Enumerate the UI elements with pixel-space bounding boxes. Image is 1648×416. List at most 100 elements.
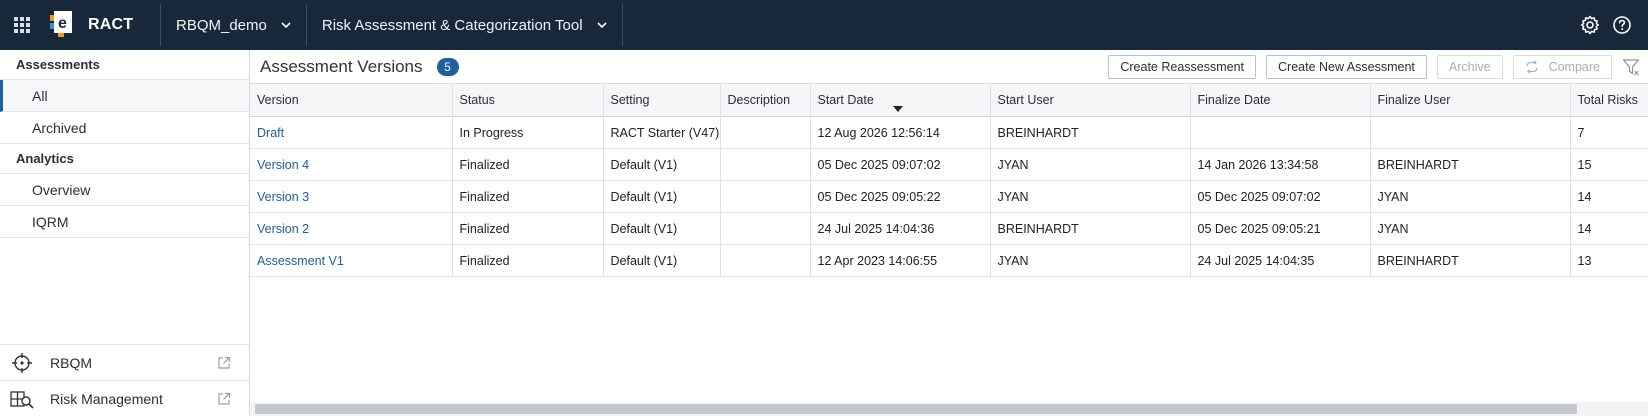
help-icon[interactable] (1612, 15, 1632, 35)
column-header-version[interactable]: Version (250, 83, 453, 117)
assessment-versions-table: Version Status Setting Description Start… (250, 83, 1648, 277)
sort-descending-icon (892, 106, 903, 112)
cell-start-date: 05 Dec 2025 09:05:22 (810, 180, 991, 213)
cell-finalize-user: BREINHARDT (1370, 148, 1571, 181)
cell-total-risks: 7 (1570, 116, 1648, 149)
sidebar-link-label: RBQM (50, 354, 92, 371)
cell-description (720, 180, 811, 213)
cell-version: Draft (250, 116, 453, 149)
column-header-start-date[interactable]: Start Date (810, 83, 991, 117)
column-header-setting[interactable]: Setting (603, 83, 721, 117)
table-header-row: Version Status Setting Description Start… (250, 83, 1648, 117)
column-header-label: Start Date (817, 93, 874, 107)
table-row[interactable]: Draft In Progress RACT Starter (V47) 12 … (250, 116, 1648, 149)
tool-name: Risk Assessment & Categorization Tool (321, 16, 583, 34)
top-nav-bar: e RACT RBQM_demo Risk Assessment & Categ… (0, 0, 1648, 50)
cell-description (720, 244, 811, 277)
cell-version: Version 2 (250, 212, 453, 245)
cell-start-date: 24 Jul 2025 14:04:36 (810, 212, 991, 245)
compare-icon (1525, 60, 1538, 73)
table-row[interactable]: Version 4 Finalized Default (V1) 05 Dec … (250, 148, 1648, 181)
cell-version: Version 4 (250, 148, 453, 181)
filter-icon[interactable] (1622, 58, 1640, 76)
create-new-assessment-button[interactable]: Create New Assessment (1266, 54, 1427, 79)
column-header-finalize-date[interactable]: Finalize Date (1190, 83, 1371, 117)
cell-description (720, 212, 811, 245)
version-link[interactable]: Version 4 (257, 158, 309, 172)
cell-start-user: JYAN (990, 244, 1191, 277)
study-selector[interactable]: RBQM_demo (161, 0, 306, 50)
cell-total-risks: 15 (1570, 148, 1648, 181)
cell-description (720, 148, 811, 181)
external-link-icon (218, 392, 231, 405)
cell-setting: Default (V1) (603, 180, 721, 213)
cell-start-date: 12 Apr 2023 14:06:55 (810, 244, 991, 277)
cell-finalize-user (1370, 116, 1571, 149)
settings-gear-icon[interactable] (1580, 15, 1600, 35)
risk-search-icon (10, 388, 34, 410)
sidebar-item-all[interactable]: All (0, 80, 249, 112)
sidebar-heading-analytics: Analytics (0, 144, 249, 174)
sidebar-link-rbqm[interactable]: RBQM (0, 344, 249, 380)
cell-setting: Default (V1) (603, 148, 721, 181)
apps-grid-icon[interactable] (0, 0, 44, 50)
compare-button[interactable]: Compare (1512, 54, 1612, 79)
version-link[interactable]: Assessment V1 (257, 254, 344, 268)
cell-start-user: JYAN (990, 148, 1191, 181)
version-link[interactable]: Draft (257, 126, 284, 140)
horizontal-scrollbar-thumb[interactable] (255, 404, 1577, 414)
table-row[interactable]: Version 2 Finalized Default (V1) 24 Jul … (250, 212, 1648, 245)
chevron-down-icon (281, 22, 291, 29)
archive-button[interactable]: Archive (1436, 54, 1503, 79)
sidebar-heading-assessments: Assessments (0, 50, 249, 80)
cell-status: Finalized (452, 148, 604, 181)
divider (621, 4, 623, 46)
cell-finalize-user: JYAN (1370, 180, 1571, 213)
compare-label: Compare (1548, 59, 1600, 74)
column-header-description[interactable]: Description (720, 83, 811, 117)
cell-start-date: 05 Dec 2025 09:07:02 (810, 148, 991, 181)
cell-version: Version 3 (250, 180, 453, 213)
cell-status: Finalized (452, 180, 604, 213)
count-badge: 5 (436, 57, 459, 76)
column-header-total-risks[interactable]: Total Risks (1570, 83, 1648, 117)
chevron-down-icon (596, 22, 607, 29)
sidebar-link-risk-management[interactable]: Risk Management (0, 380, 249, 416)
main-content: Assessment Versions 5 Create Reassessmen… (250, 50, 1648, 416)
cell-status: Finalized (452, 212, 604, 245)
cell-finalize-date: 05 Dec 2025 09:05:21 (1190, 212, 1371, 245)
cell-total-risks: 14 (1570, 212, 1648, 245)
cell-start-user: BREINHARDT (990, 116, 1191, 149)
table-row[interactable]: Assessment V1 Finalized Default (V1) 12 … (250, 244, 1648, 277)
column-header-finalize-user[interactable]: Finalize User (1370, 83, 1571, 117)
study-name: RBQM_demo (176, 16, 267, 34)
sidebar-item-archived[interactable]: Archived (0, 112, 249, 144)
cell-total-risks: 13 (1570, 244, 1648, 277)
cell-finalize-user: JYAN (1370, 212, 1571, 245)
cell-total-risks: 14 (1570, 180, 1648, 213)
version-link[interactable]: Version 2 (257, 222, 309, 236)
tool-selector[interactable]: Risk Assessment & Categorization Tool (307, 0, 622, 50)
app-logo-icon: e (50, 11, 72, 37)
cell-start-date: 12 Aug 2026 12:56:14 (810, 116, 991, 149)
toolbar: Assessment Versions 5 Create Reassessmen… (250, 50, 1648, 83)
page-title: Assessment Versions (260, 56, 423, 76)
brand[interactable]: e RACT (44, 0, 160, 50)
cell-finalize-user: BREINHARDT (1370, 244, 1571, 277)
cell-finalize-date: 05 Dec 2025 09:07:02 (1190, 180, 1371, 213)
column-header-start-user[interactable]: Start User (990, 83, 1191, 117)
sidebar-item-overview[interactable]: Overview (0, 174, 249, 206)
table-row[interactable]: Version 3 Finalized Default (V1) 05 Dec … (250, 180, 1648, 213)
app-name: RACT (88, 16, 134, 33)
cell-description (720, 116, 811, 149)
sidebar-link-label: Risk Management (50, 390, 163, 407)
cell-finalize-date: 24 Jul 2025 14:04:35 (1190, 244, 1371, 277)
sidebar-item-iqrm[interactable]: IQRM (0, 206, 249, 238)
version-link[interactable]: Version 3 (257, 190, 309, 204)
cell-status: Finalized (452, 244, 604, 277)
external-link-icon (218, 356, 231, 369)
create-reassessment-button[interactable]: Create Reassessment (1108, 54, 1257, 79)
cell-version: Assessment V1 (250, 244, 453, 277)
column-header-status[interactable]: Status (452, 83, 604, 117)
cell-setting: RACT Starter (V47) (603, 116, 721, 149)
